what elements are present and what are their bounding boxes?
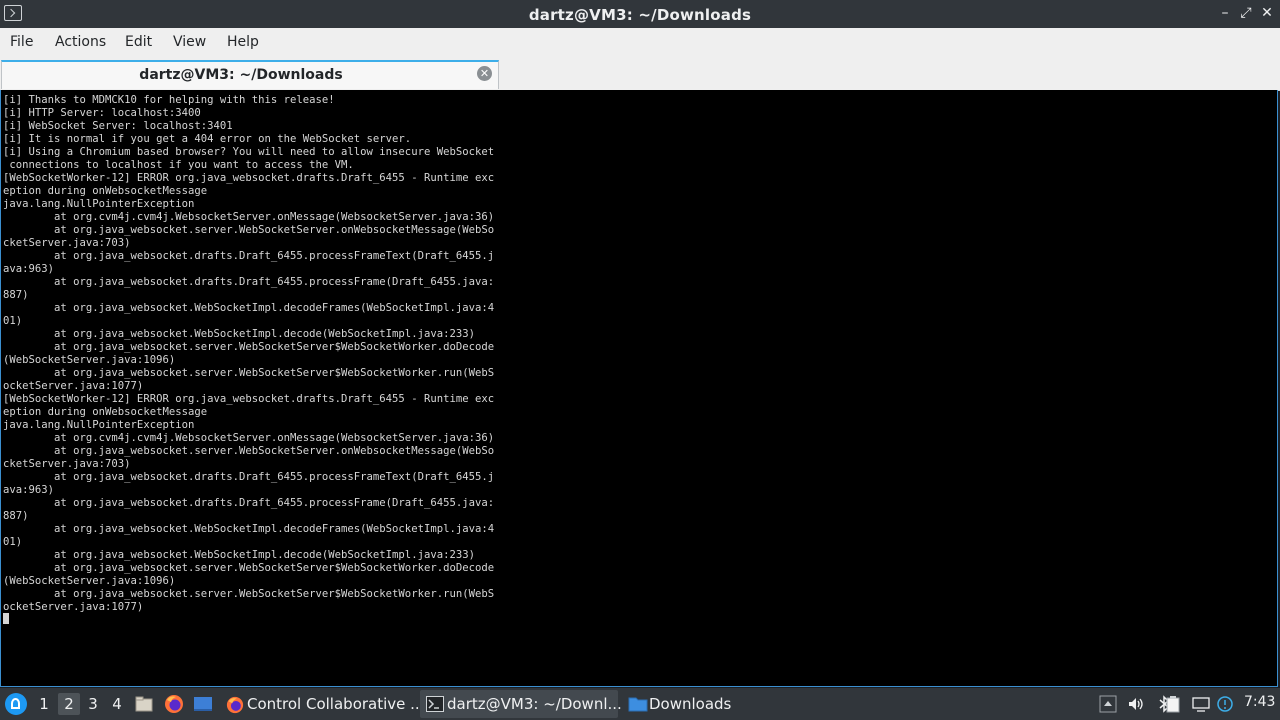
terminal-icon [426,696,444,712]
close-button[interactable]: ✕ [1258,4,1276,22]
desktop-3[interactable]: 3 [82,693,104,715]
clipboard-icon[interactable] [1164,695,1182,713]
menu-actions[interactable]: Actions [55,34,106,50]
application-launcher-icon[interactable] [5,693,27,715]
minimize-button[interactable]: – [1216,4,1234,22]
desktop-4[interactable]: 4 [106,693,128,715]
tab-close-icon[interactable]: ✕ [477,66,492,81]
firefox-icon[interactable] [164,694,184,714]
menu-file[interactable]: File [10,34,33,50]
desktop-1[interactable]: 1 [33,693,55,715]
show-desktop-icon[interactable] [193,694,213,714]
file-manager-icon[interactable] [134,694,154,714]
window-title: dartz@VM3: ~/Downloads [528,6,752,24]
maximize-button[interactable]: ⤢ [1237,4,1255,22]
folder-icon [628,696,648,712]
tab-terminal-session[interactable]: dartz@VM3: ~/Downloads ✕ [1,60,499,89]
tab-bar: dartz@VM3: ~/Downloads ✕ [0,58,1280,91]
taskbar: 1 2 3 4 Control Collaborative ... dartz@… [0,688,1280,720]
terminal-cursor [3,613,9,624]
task-label: Downloads [649,695,732,713]
terminal-area[interactable]: [i] Thanks to MDMCK10 for helping with t… [0,90,1278,687]
menu-help[interactable]: Help [227,34,259,50]
task-firefox[interactable]: Control Collaborative ... [220,690,424,718]
firefox-icon [226,696,244,714]
menu-edit[interactable]: Edit [125,34,152,50]
menu-bar: File Actions Edit View Help [0,28,1280,58]
task-label: Control Collaborative ... [247,695,425,713]
task-terminal[interactable]: dartz@VM3: ~/Downl... [420,690,622,718]
window-titlebar[interactable]: dartz@VM3: ~/Downloads – ⤢ ✕ [0,0,1280,28]
network-icon[interactable] [1216,695,1234,713]
desktop-2[interactable]: 2 [58,693,80,715]
terminal-output: [i] Thanks to MDMCK10 for helping with t… [3,94,495,613]
task-label: dartz@VM3: ~/Downl... [447,695,622,713]
volume-icon[interactable] [1127,695,1145,713]
display-icon[interactable] [1192,695,1210,713]
clock[interactable]: 7:43 [1244,694,1275,710]
tab-label: dartz@VM3: ~/Downloads [139,67,343,83]
tray-arrow-icon[interactable] [1099,695,1117,713]
task-downloads[interactable]: Downloads [622,690,742,718]
menu-view[interactable]: View [173,34,206,50]
